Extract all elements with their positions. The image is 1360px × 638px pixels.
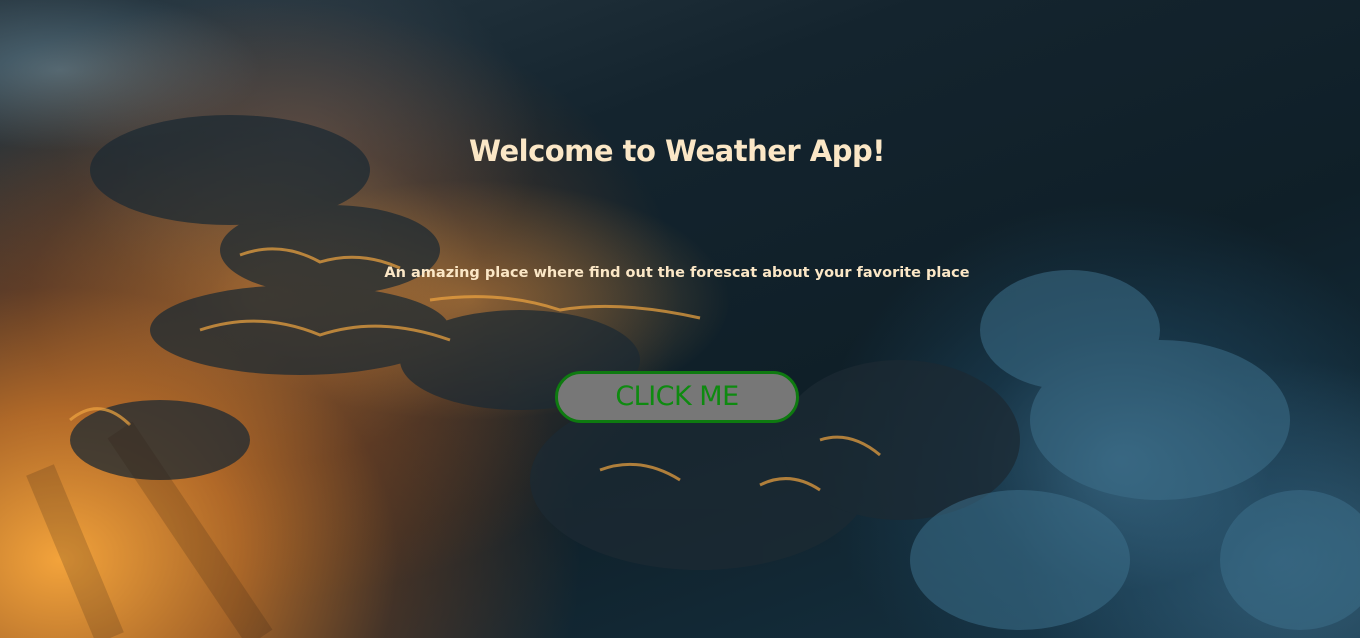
page: Welcome to Weather App! An amazing place… [0, 0, 1360, 638]
page-subtitle: An amazing place where find out the fore… [384, 265, 970, 281]
click-me-button[interactable]: CLICK ME [555, 371, 799, 423]
page-title: Welcome to Weather App! [469, 134, 886, 168]
hero-section: Welcome to Weather App! An amazing place… [0, 0, 1360, 638]
